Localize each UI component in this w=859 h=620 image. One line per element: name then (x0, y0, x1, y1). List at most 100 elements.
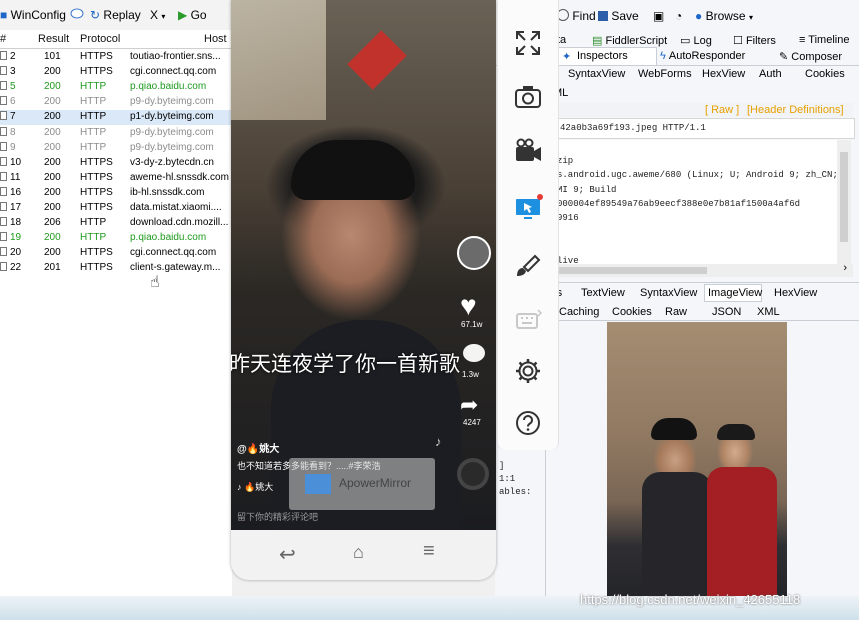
raw-link[interactable]: [ Raw ] (705, 104, 739, 116)
tab-resp-json[interactable]: JSON (712, 306, 741, 318)
session-result: 101 (44, 51, 61, 62)
browse-button[interactable]: ● Browse ▾ (695, 9, 753, 23)
col-protocol-header[interactable]: Protocol (80, 33, 120, 45)
table-row[interactable]: 20 200 HTTPS cgi.connect.qq.com (0, 246, 232, 261)
tab-composer[interactable]: ✎ Composer (779, 50, 842, 63)
author-avatar[interactable] (457, 236, 491, 270)
comment-icon[interactable] (70, 8, 84, 23)
table-row[interactable]: 16 200 HTTPS ib-hl.snssdk.com (0, 186, 232, 201)
tab-log[interactable]: ▭ Log (680, 34, 712, 47)
session-type-icon (0, 81, 7, 91)
fullscreen-icon[interactable] (513, 28, 543, 58)
tab-resp-xml[interactable]: XML (757, 306, 780, 318)
session-host: download.cdn.mozill... (130, 217, 229, 229)
tab-req-syntaxview[interactable]: SyntaxView (568, 68, 625, 80)
session-number: 8 (10, 126, 16, 138)
tab-inspectors[interactable]: ✦ Inspectors (557, 47, 657, 66)
session-result: 200 (44, 96, 61, 108)
table-row[interactable]: 17 200 HTTPS data.mistat.xiaomi.... (0, 201, 232, 216)
request-line: 42a0b3a69f193.jpeg HTTP/1.1 (560, 123, 706, 133)
vertical-scrollbar[interactable] (837, 140, 851, 264)
author-name[interactable]: @🔥姚大 (237, 440, 279, 455)
table-row[interactable]: 9 200 HTTP p9-dy.byteimg.com (0, 141, 232, 156)
horizontal-scrollbar[interactable]: › (557, 262, 853, 277)
tab-resp-raw[interactable]: Raw (665, 306, 687, 318)
table-row[interactable]: 8 200 HTTP p9-dy.byteimg.com (0, 126, 232, 141)
scrollbar-thumb[interactable] (557, 267, 707, 274)
table-row[interactable]: 11 200 HTTPS aweme-hl.snssdk.com (0, 171, 232, 186)
chevron-right-icon[interactable]: › (843, 262, 847, 274)
session-host: ib-hl.snssdk.com (130, 186, 205, 198)
tab-resp-textview[interactable]: TextView (581, 287, 625, 299)
session-type-icon (0, 186, 7, 196)
table-row[interactable]: 19 200 HTTP p.qiao.baidu.com (0, 231, 232, 246)
table-row[interactable]: 10 200 HTTPS v3-dy-z.bytecdn.cn (0, 156, 232, 171)
replay-icon: ↻ (90, 8, 101, 22)
music-credit[interactable]: ♪ 🔥姚大 (237, 480, 273, 493)
col-result-header[interactable]: Result (38, 33, 69, 45)
tab-resp-caching[interactable]: Caching (559, 306, 599, 318)
screenshot-icon[interactable]: ▣ (653, 9, 664, 23)
session-result: 206 (44, 217, 61, 229)
menu-icon[interactable]: ≡ (423, 540, 435, 563)
go-button[interactable]: ▶ Go (178, 8, 207, 22)
table-row[interactable]: 7 200 HTTP p1-dy.byteimg.com (0, 110, 232, 126)
table-row[interactable]: 2 101 HTTPS toutiao-frontier.sns... (0, 50, 232, 65)
tab-resp-syntaxview[interactable]: SyntaxView (640, 287, 697, 299)
comment-input[interactable]: 留下你的精彩评论吧 (237, 510, 318, 523)
heart-icon[interactable]: ♥ (460, 290, 477, 322)
tab-req-webforms[interactable]: WebForms (638, 68, 692, 80)
chevron-down-icon: ▾ (161, 12, 166, 21)
header-definitions-link[interactable]: [Header Definitions] (747, 104, 844, 116)
table-row[interactable]: 5 200 HTTP p.qiao.baidu.com (0, 80, 232, 95)
request-line-box: 42a0b3a69f193.jpeg HTTP/1.1 (557, 118, 855, 139)
table-row[interactable]: 18 206 HTTP download.cdn.mozill... (0, 216, 232, 231)
tab-filters[interactable]: ☐ Filters (733, 34, 776, 47)
comment-icon[interactable] (463, 344, 485, 362)
mirror-toolbar (497, 0, 559, 450)
back-icon[interactable]: ↩ (279, 542, 296, 567)
home-icon[interactable]: ⌂ (353, 542, 364, 563)
share-icon[interactable]: ➦ (460, 392, 478, 418)
tab-timeline[interactable]: ≡ Timeline (799, 34, 849, 46)
settings-gear-icon[interactable] (513, 356, 543, 386)
tab-autoresponder[interactable]: ϟ AutoResponder (660, 50, 745, 62)
timer-icon[interactable]: ◔ (675, 9, 682, 23)
session-result: 200 (44, 171, 61, 183)
scrollbar-thumb[interactable] (840, 152, 848, 242)
tab-fiddlerscript[interactable]: ▤ FiddlerScript (592, 34, 667, 47)
header-line: 9916 (557, 213, 579, 224)
table-row[interactable]: 3 200 HTTPS cgi.connect.qq.com (0, 65, 232, 80)
col-host-header[interactable]: Host (204, 33, 227, 45)
tab-resp-imageview[interactable]: ImageView (704, 284, 762, 302)
col-num-header[interactable]: # (0, 33, 6, 45)
music-disc-icon[interactable] (457, 458, 489, 490)
camera-icon[interactable] (513, 82, 543, 112)
share-count: 4247 (463, 418, 481, 427)
tab-resp-hexview[interactable]: HexView (774, 287, 817, 299)
screen-control-icon[interactable] (513, 194, 543, 224)
play-icon: ▶ (178, 8, 188, 22)
table-row[interactable]: 6 200 HTTP p9-dy.byteimg.com (0, 95, 232, 110)
winconfig-button[interactable]: ■ WinConfig (0, 8, 66, 22)
find-button[interactable]: Find (557, 9, 596, 23)
keyboard-icon[interactable] (513, 304, 543, 334)
tab-req-cookies[interactable]: Cookies (805, 68, 845, 80)
like-count: 67.1w (461, 320, 483, 329)
music-note-icon: ♪ (435, 434, 442, 449)
table-row[interactable]: 22 201 HTTPS client-s.gateway.m... (0, 261, 232, 276)
tab-req-auth[interactable]: Auth (759, 68, 782, 80)
save-button[interactable]: Save (598, 9, 639, 23)
video-record-icon[interactable] (513, 136, 543, 166)
tab-resp-cookies[interactable]: Cookies (612, 306, 652, 318)
video-screen[interactable]: 昨天连夜学了你一首新歌 ♥ 67.1w 1.3w ➦ 4247 ♪ @🔥姚大 也… (231, 0, 496, 530)
session-result: 200 (44, 247, 61, 259)
help-icon[interactable] (513, 408, 543, 438)
hair-left (651, 418, 697, 440)
session-result: 200 (44, 232, 61, 244)
remove-button[interactable]: X ▾ (150, 8, 165, 22)
tab-req-hexview[interactable]: HexView (702, 68, 745, 80)
script-icon: ▤ (592, 35, 603, 47)
replay-button[interactable]: ↻ Replay (90, 8, 141, 22)
brush-icon[interactable] (513, 252, 543, 282)
